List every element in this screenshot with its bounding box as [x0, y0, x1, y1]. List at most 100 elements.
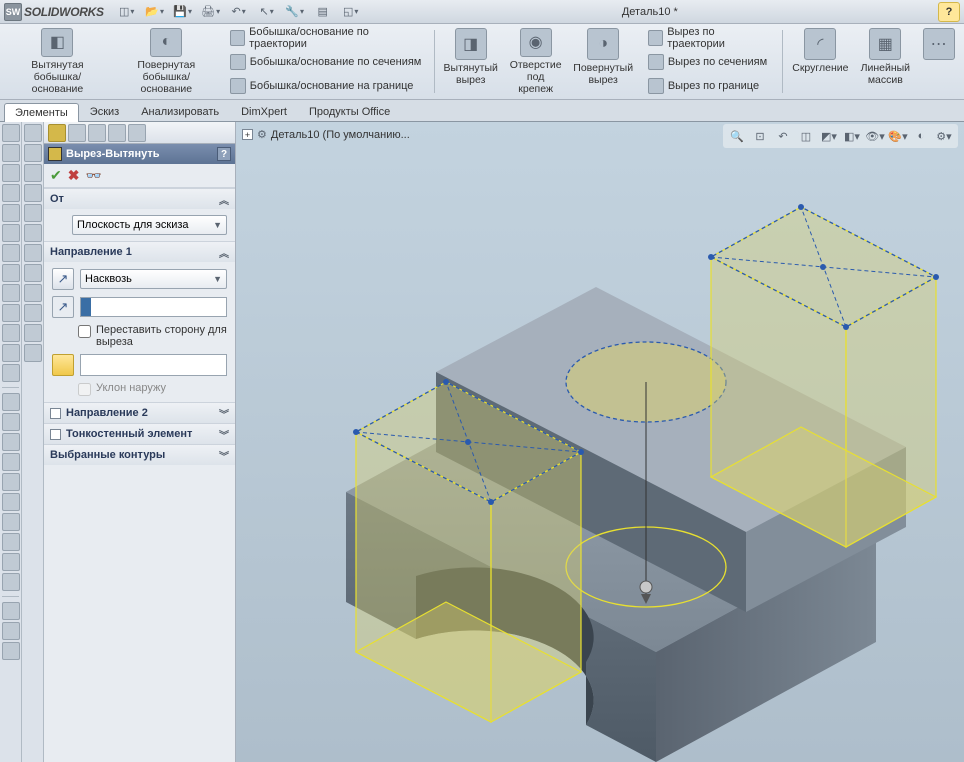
- from-section-header[interactable]: От ︽: [44, 189, 235, 209]
- boundary-boss-button[interactable]: Бобышка/основание на границе: [226, 75, 426, 97]
- flip-side-checkbox[interactable]: Переставить сторону для выреза: [78, 324, 227, 348]
- lt1-icon-9[interactable]: [2, 284, 20, 302]
- lt2-icon-1[interactable]: [24, 124, 42, 142]
- lt2-icon-3[interactable]: [24, 164, 42, 182]
- lt1-icon-5[interactable]: [2, 204, 20, 222]
- dir2-section-header[interactable]: Направление 2 ︾: [44, 403, 235, 423]
- thin-section-header[interactable]: Тонкостенный элемент ︾: [44, 424, 235, 444]
- swept-cut-button[interactable]: Вырез по траектории: [644, 27, 775, 49]
- draft-selection[interactable]: [80, 354, 227, 376]
- end-condition-combo[interactable]: Насквозь ▼: [80, 269, 227, 289]
- panel-tab-5[interactable]: [128, 124, 146, 142]
- tab-evaluate[interactable]: Анализировать: [130, 102, 230, 121]
- lt1-icon-16[interactable]: [2, 433, 20, 451]
- lt1-icon-11[interactable]: [2, 324, 20, 342]
- graphics-viewport[interactable]: + ⚙ Деталь10 (По умолчанию... 🔍 ⊡ ↶ ◫ ◩▾…: [236, 122, 964, 762]
- lt2-icon-10[interactable]: [24, 304, 42, 322]
- rebuild-button[interactable]: 🔧: [284, 2, 306, 22]
- panel-tab-4[interactable]: [108, 124, 126, 142]
- lt1-icon-21[interactable]: [2, 533, 20, 551]
- lt1-icon-18[interactable]: [2, 473, 20, 491]
- prop-help-button[interactable]: ?: [217, 147, 231, 161]
- revolved-cut-button[interactable]: ◑ Повернутый вырез: [569, 26, 638, 97]
- undo-button[interactable]: ↶: [228, 2, 250, 22]
- new-doc-button[interactable]: ◫: [116, 2, 138, 22]
- lt1-icon-12[interactable]: [2, 344, 20, 362]
- lt1-icon-6[interactable]: [2, 224, 20, 242]
- extruded-boss-button[interactable]: ◧ Вытянутая бобышка/основание: [4, 26, 111, 97]
- dir2-checkbox[interactable]: [50, 408, 61, 419]
- lt1-icon-8[interactable]: [2, 264, 20, 282]
- preview-button[interactable]: 👓: [85, 168, 101, 184]
- panel-tab-2[interactable]: [68, 124, 86, 142]
- lt1-icon-20[interactable]: [2, 513, 20, 531]
- options-button[interactable]: ▤: [312, 2, 334, 22]
- print-button[interactable]: 🖨: [200, 2, 222, 22]
- cancel-button[interactable]: ✖: [68, 167, 80, 184]
- lt2-icon-7[interactable]: [24, 244, 42, 262]
- lt1-icon-15[interactable]: [2, 413, 20, 431]
- tab-sketch[interactable]: Эскиз: [79, 102, 130, 121]
- lt2-icon-4[interactable]: [24, 184, 42, 202]
- lt1-icon-14[interactable]: [2, 393, 20, 411]
- tab-features[interactable]: Элементы: [4, 103, 79, 122]
- select-button[interactable]: ↖: [256, 2, 278, 22]
- lt1-icon-2[interactable]: [2, 144, 20, 162]
- lt1-icon-22[interactable]: [2, 553, 20, 571]
- model-view[interactable]: [236, 122, 964, 762]
- ok-button[interactable]: ✔: [50, 167, 62, 184]
- lt1-icon-17[interactable]: [2, 453, 20, 471]
- lt1-icon-7[interactable]: [2, 244, 20, 262]
- collapse-icon[interactable]: ︽: [219, 245, 229, 260]
- extruded-cut-button[interactable]: ◨ Вытянутый вырез: [439, 26, 503, 97]
- fillet-button[interactable]: ◜ Скругление: [787, 26, 853, 97]
- screen-capture-button[interactable]: ◱: [340, 2, 362, 22]
- reverse-direction-button[interactable]: ↗: [52, 268, 74, 290]
- lt2-icon-8[interactable]: [24, 264, 42, 282]
- expand-icon[interactable]: ︾: [219, 448, 229, 463]
- lt1-icon-23[interactable]: [2, 573, 20, 591]
- lt1-icon-25[interactable]: [2, 622, 20, 640]
- draft-outward-checkbox[interactable]: Уклон наружу: [78, 382, 227, 396]
- lt2-icon-9[interactable]: [24, 284, 42, 302]
- panel-tab-3[interactable]: [88, 124, 106, 142]
- direction-vector-button[interactable]: ↗: [52, 296, 74, 318]
- tab-dimxpert[interactable]: DimXpert: [230, 102, 298, 121]
- lt1-icon-19[interactable]: [2, 493, 20, 511]
- lt1-icon-24[interactable]: [2, 602, 20, 620]
- hole-wizard-button[interactable]: ◉ Отверстие под крепеж: [505, 26, 567, 97]
- dir1-section-header[interactable]: Направление 1 ︽: [44, 242, 235, 262]
- lt2-icon-6[interactable]: [24, 224, 42, 242]
- collapse-icon[interactable]: ︽: [219, 192, 229, 207]
- revolved-boss-button[interactable]: ◐ Повернутая бобышка/основание: [113, 26, 220, 97]
- lt1-icon-3[interactable]: [2, 164, 20, 182]
- lt2-icon-12[interactable]: [24, 344, 42, 362]
- from-plane-combo[interactable]: Плоскость для эскиза ▼: [72, 215, 227, 235]
- lt2-icon-5[interactable]: [24, 204, 42, 222]
- lofted-cut-button[interactable]: Вырез по сечениям: [644, 51, 775, 73]
- thin-checkbox[interactable]: [50, 429, 61, 440]
- more-button[interactable]: ⋯: [917, 26, 960, 97]
- help-button[interactable]: ?: [938, 2, 960, 22]
- lofted-boss-button[interactable]: Бобышка/основание по сечениям: [226, 51, 426, 73]
- panel-tab-1[interactable]: [48, 124, 66, 142]
- lt2-icon-11[interactable]: [24, 324, 42, 342]
- lt1-icon-4[interactable]: [2, 184, 20, 202]
- swept-boss-button[interactable]: Бобышка/основание по траектории: [226, 27, 426, 49]
- lt1-icon-13[interactable]: [2, 364, 20, 382]
- expand-icon[interactable]: ︾: [219, 427, 229, 442]
- draft-button[interactable]: [52, 354, 74, 376]
- lt1-icon-26[interactable]: [2, 642, 20, 660]
- linear-pattern-button[interactable]: ▦ Линейный массив: [855, 26, 915, 97]
- tab-office[interactable]: Продукты Office: [298, 102, 401, 121]
- contours-section-header[interactable]: Выбранные контуры ︾: [44, 445, 235, 465]
- lt2-icon-2[interactable]: [24, 144, 42, 162]
- flip-side-input[interactable]: [78, 325, 91, 338]
- open-doc-button[interactable]: 📂: [144, 2, 166, 22]
- lt1-icon-10[interactable]: [2, 304, 20, 322]
- boundary-cut-button[interactable]: Вырез по границе: [644, 75, 775, 97]
- depth-input[interactable]: [80, 297, 227, 317]
- lt1-icon-1[interactable]: [2, 124, 20, 142]
- expand-icon[interactable]: ︾: [219, 406, 229, 421]
- save-button[interactable]: 💾: [172, 2, 194, 22]
